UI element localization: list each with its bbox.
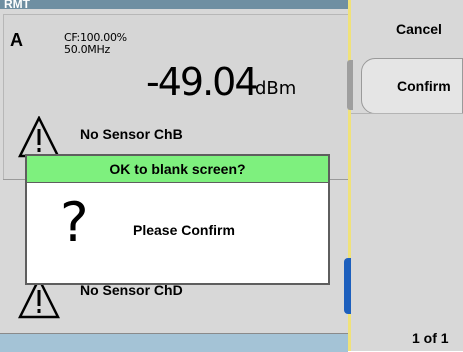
softkey-divider: [351, 113, 463, 114]
status-bar: [0, 0, 350, 9]
frequency: 50.0MHz: [64, 43, 110, 56]
confirm-button-label[interactable]: Confirm: [397, 78, 451, 94]
channel-label: A: [10, 30, 23, 50]
remote-status: RMT: [4, 0, 30, 11]
cancel-button-label[interactable]: Cancel: [396, 21, 442, 37]
no-sensor-message: No Sensor ChB: [80, 126, 183, 142]
bottom-status-bar: [0, 333, 348, 352]
dialog-message: Please Confirm: [133, 222, 235, 238]
active-window-tab: [344, 258, 351, 314]
dialog-title: OK to blank screen?: [109, 161, 246, 177]
power-reading: -49.04: [146, 60, 258, 104]
power-unit: dBm: [255, 78, 297, 99]
question-mark-icon: ?: [60, 191, 89, 254]
page-indicator: 1 of 1: [412, 330, 449, 346]
softkey-tab: [347, 60, 353, 110]
